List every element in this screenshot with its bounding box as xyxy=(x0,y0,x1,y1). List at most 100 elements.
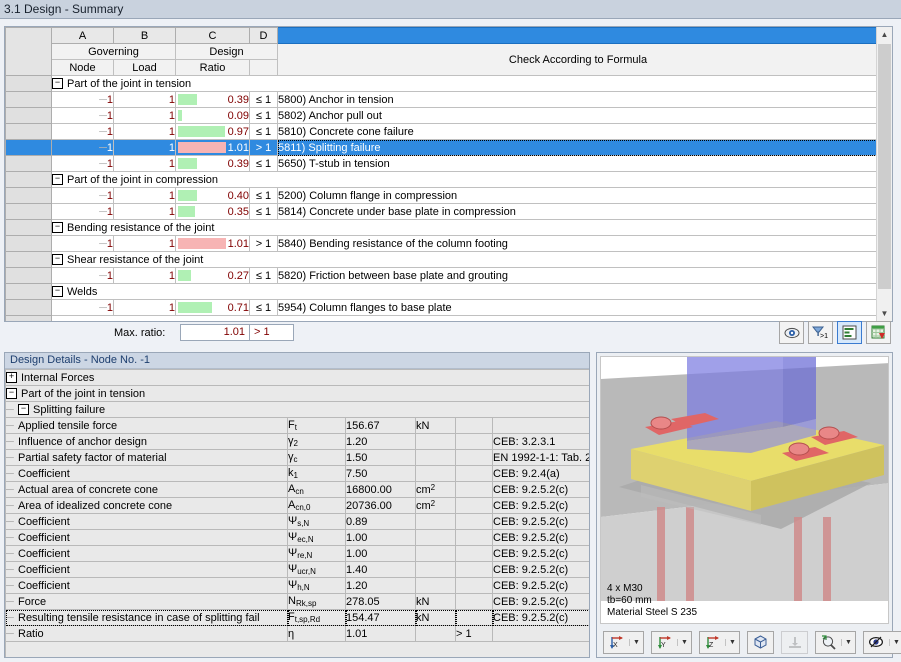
row-header[interactable] xyxy=(5,107,52,124)
row-header[interactable] xyxy=(5,91,52,108)
table-row[interactable]: ─1 1 0.71 ≤ 1 5954) Column flanges to base p… xyxy=(5,299,876,316)
detail-row[interactable]: ─ Coefficient Ψec,N 1.00 CEB: 9.2.5.2(c) xyxy=(5,529,589,546)
cell-design-ratio[interactable]: 0.39 xyxy=(175,155,250,172)
cell-node[interactable]: ─1 xyxy=(51,91,114,108)
detail-value[interactable]: 1.20 xyxy=(345,577,416,594)
group-label-cell[interactable]: − Part of the joint in compression xyxy=(51,171,876,188)
detail-value[interactable]: 0.89 xyxy=(345,513,416,530)
row-header[interactable] xyxy=(5,123,52,140)
table-group-row[interactable]: − Shear resistance of the joint xyxy=(5,251,876,268)
cell-load[interactable]: 1 xyxy=(113,235,176,252)
cell-design-ratio[interactable]: 0.09 xyxy=(175,107,250,124)
cell-load[interactable]: 1 xyxy=(113,203,176,220)
detail-row[interactable]: ─ Coefficient k1 7.50 CEB: 9.2.4(a) xyxy=(5,465,589,482)
table-row[interactable]: ─1 1 0.35 ≤ 1 5814) Concrete under base plat… xyxy=(5,203,876,220)
isometric-view-button[interactable] xyxy=(747,630,774,654)
detail-label[interactable]: ─ Resulting tensile resistance in case of… xyxy=(5,609,288,626)
cell-formula[interactable]: 5802) Anchor pull out xyxy=(277,107,876,124)
collapse-icon[interactable]: − xyxy=(6,388,17,400)
detail-label[interactable]: ─ Force xyxy=(5,593,288,610)
column-letter-a[interactable]: A xyxy=(51,27,114,44)
row-header[interactable] xyxy=(5,219,52,236)
detail-row[interactable]: ─ Influence of anchor design γ2 1.20 CEB: 3.… xyxy=(5,433,589,450)
cell-node[interactable]: ─1 xyxy=(51,155,114,172)
table-row[interactable]: ─1 1 0.27 ≤ 1 5820) Friction between base pl… xyxy=(5,267,876,284)
detail-label[interactable]: ─ Coefficient xyxy=(5,577,288,594)
detail-row[interactable]: ─ Partial safety factor of material γc 1.50… xyxy=(5,449,589,466)
cell-load[interactable]: 1 xyxy=(113,107,176,124)
cell-load[interactable]: 1 xyxy=(113,187,176,204)
table-row[interactable]: ─1 1 0.97 ≤ 1 5810) Concrete cone failure xyxy=(5,123,876,140)
detail-row[interactable]: ─ Applied tensile force Ft 156.67 kN xyxy=(5,417,589,434)
detail-row[interactable]: ─ Ratio η 1.01 > 1 xyxy=(5,625,589,642)
zoom-button[interactable]: ▼ xyxy=(815,630,856,654)
cell-comparison[interactable]: ≤ 1 xyxy=(249,203,278,220)
group-label-cell[interactable]: − Part of the joint in tension xyxy=(51,75,876,92)
cell-load[interactable]: 1 xyxy=(113,91,176,108)
cell-comparison[interactable]: ≤ 1 xyxy=(249,107,278,124)
cell-node[interactable]: ─1 xyxy=(51,235,114,252)
scrollbar-thumb[interactable] xyxy=(878,44,891,289)
detail-label[interactable]: ─ Influence of anchor design xyxy=(5,433,288,450)
collapse-icon[interactable]: + xyxy=(6,372,17,384)
detail-value[interactable]: 1.00 xyxy=(345,545,416,562)
row-header[interactable] xyxy=(5,139,52,156)
scroll-up-icon[interactable]: ▲ xyxy=(877,27,892,42)
cell-load[interactable]: 1 xyxy=(113,155,176,172)
column-letter-c[interactable]: C xyxy=(175,27,250,44)
detail-group-row[interactable]: + Internal Forces xyxy=(5,369,589,386)
cell-formula[interactable]: 5810) Concrete cone failure xyxy=(277,123,876,140)
column-letter-e[interactable] xyxy=(277,27,876,44)
row-header[interactable] xyxy=(5,283,52,300)
detail-value[interactable]: 1.40 xyxy=(345,561,416,578)
table-row[interactable]: ─1 1 1.01 > 1 5840) Bending resistance of th… xyxy=(5,235,876,252)
view-y-button[interactable]: Y ▼ xyxy=(651,630,692,654)
cell-load[interactable]: 1 xyxy=(113,139,176,156)
detail-label[interactable]: ─ Area of idealized concrete cone xyxy=(5,497,288,514)
row-header[interactable] xyxy=(5,187,52,204)
cell-node[interactable]: ─1 xyxy=(51,203,114,220)
table-row[interactable]: ─1 1 0.09 ≤ 1 5802) Anchor pull out xyxy=(5,107,876,124)
cell-formula[interactable]: 5954) Column flanges to base plate xyxy=(277,299,876,316)
chevron-down-icon[interactable]: ▼ xyxy=(841,638,855,646)
cell-node[interactable]: ─1 xyxy=(51,187,114,204)
detail-row[interactable]: ─ Area of idealized concrete cone Acn,0 207… xyxy=(5,497,589,514)
cell-load[interactable]: 1 xyxy=(113,267,176,284)
collapse-icon[interactable]: − xyxy=(52,254,63,266)
detail-label[interactable]: ─ Coefficient xyxy=(5,465,288,482)
row-header[interactable] xyxy=(5,299,52,316)
detail-value[interactable]: 1.20 xyxy=(345,433,416,450)
cell-comparison[interactable]: ≤ 1 xyxy=(249,187,278,204)
row-header[interactable] xyxy=(5,203,52,220)
row-header[interactable] xyxy=(5,171,52,188)
scrollbar-track[interactable] xyxy=(877,42,892,306)
print-view-button[interactable] xyxy=(781,630,808,654)
cell-formula[interactable]: 5811) Splitting failure xyxy=(277,139,876,156)
filter-button[interactable]: >1 xyxy=(808,321,833,344)
row-header[interactable] xyxy=(5,251,52,268)
table-group-row[interactable]: − Welds xyxy=(5,283,876,300)
detail-row[interactable]: ─ Coefficient Ψucr,N 1.40 CEB: 9.2.5.2(c) xyxy=(5,561,589,578)
cell-design-ratio[interactable]: 1.01 xyxy=(175,139,250,156)
collapse-icon[interactable]: − xyxy=(18,404,29,416)
cell-node[interactable]: ─1 xyxy=(51,299,114,316)
cell-formula[interactable]: 5814) Concrete under base plate in compr… xyxy=(277,203,876,220)
detail-value[interactable]: 1.00 xyxy=(345,529,416,546)
view-x-button[interactable]: X ▼ xyxy=(603,630,644,654)
detail-label[interactable]: ─ Coefficient xyxy=(5,561,288,578)
collapse-icon[interactable]: − xyxy=(52,286,63,298)
cell-design-ratio[interactable]: 0.39 xyxy=(175,91,250,108)
cell-design-ratio[interactable]: 0.35 xyxy=(175,203,250,220)
column-letter-b[interactable]: B xyxy=(113,27,176,44)
cell-comparison[interactable]: > 1 xyxy=(249,139,278,156)
table-row[interactable]: ─1 1 0.40 ≤ 1 5200) Column flange in compres… xyxy=(5,187,876,204)
excel-export-button[interactable] xyxy=(866,321,891,344)
detail-value[interactable]: 16800.00 xyxy=(345,481,416,498)
detail-row[interactable]: ─ Resulting tensile resistance in case of… xyxy=(5,609,589,626)
row-header[interactable] xyxy=(5,235,52,252)
scroll-down-icon[interactable]: ▼ xyxy=(877,306,892,321)
cell-comparison[interactable]: ≤ 1 xyxy=(249,299,278,316)
cell-formula[interactable]: 5200) Column flange in compression xyxy=(277,187,876,204)
cell-design-ratio[interactable]: 1.01 xyxy=(175,235,250,252)
cell-comparison[interactable]: ≤ 1 xyxy=(249,123,278,140)
